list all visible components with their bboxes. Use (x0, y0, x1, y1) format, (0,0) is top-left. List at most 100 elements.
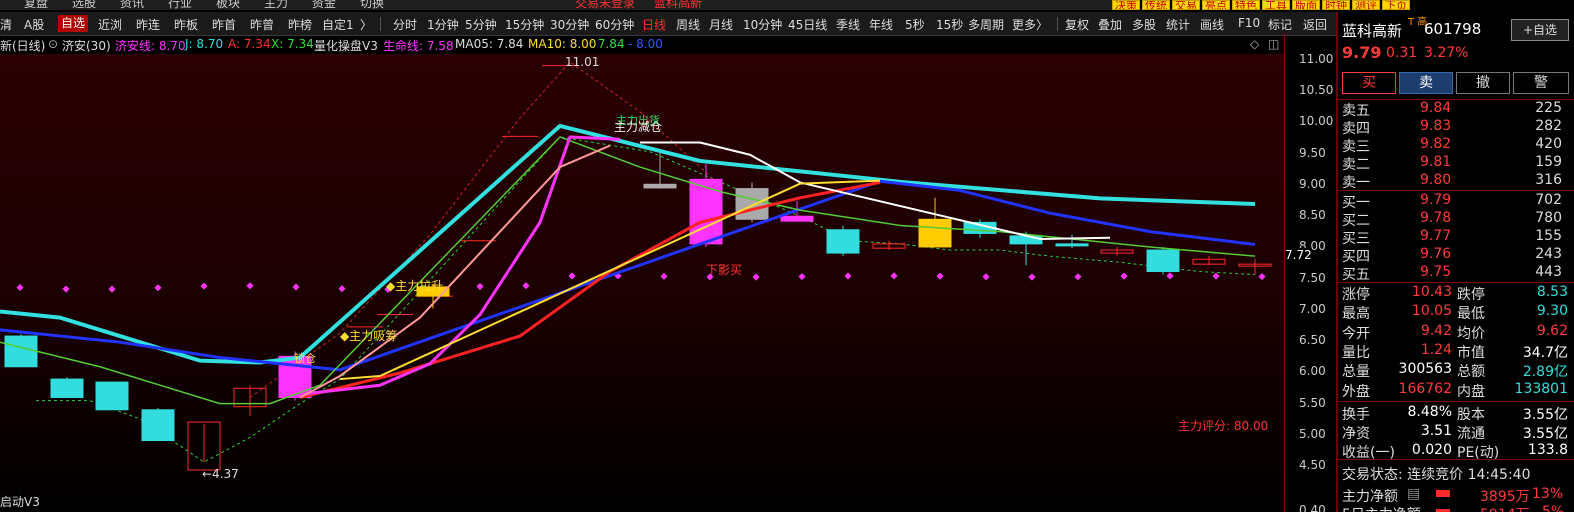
menu-item-zixun[interactable]: 资讯 (120, 0, 144, 10)
cancel-button[interactable]: 撤 (1456, 72, 1510, 94)
tag-chuantong[interactable]: 传统 (1142, 0, 1170, 10)
net-pct: 13% (1532, 486, 1564, 502)
bid-level-volume: 243 (1535, 246, 1562, 263)
menu-item-bankuai[interactable]: 板块 (216, 0, 240, 10)
ask-level-price[interactable]: 9.83 (1420, 118, 1451, 134)
period-60min[interactable]: 60分钟 (595, 16, 634, 33)
bid-level-price[interactable]: 9.75 (1420, 264, 1451, 280)
menu-item-fupan[interactable]: 复盘 (24, 0, 48, 10)
stat-label: 今开 (1342, 325, 1370, 342)
list-icon[interactable]: ▤ (1407, 486, 1420, 502)
tool-tongji[interactable]: 统计 (1166, 16, 1190, 33)
stat-value: 3.51 (1420, 423, 1452, 440)
bid-level-price[interactable]: 9.78 (1420, 210, 1451, 226)
tab-custom1[interactable]: 自定1 (322, 16, 354, 33)
tab-zuolian[interactable]: 昨连 (136, 16, 160, 33)
divider (1338, 459, 1574, 460)
label-xiayingmai: 下影买 (706, 263, 742, 277)
period-30min[interactable]: 30分钟 (550, 16, 589, 33)
stat-label: 外盘 (1342, 383, 1370, 400)
tool-f10[interactable]: F10 (1238, 16, 1260, 30)
menu-item-zhuli[interactable]: 主力 (264, 0, 288, 10)
period-quarterly[interactable]: 季线 (836, 16, 860, 33)
period-monthly[interactable]: 月线 (709, 16, 733, 33)
period-1min[interactable]: 1分钟 (427, 16, 459, 33)
tag-shizhong[interactable]: 时钟 (1322, 0, 1350, 10)
toolbar-divider (380, 17, 381, 31)
period-more[interactable]: 更多〉 (1012, 16, 1048, 33)
tab-zuoban[interactable]: 昨板 (174, 16, 198, 33)
period-15sec[interactable]: 15秒 (936, 16, 963, 33)
indicator-lianghua[interactable]: 量化操盘V3 (314, 37, 378, 54)
stat-value: 8.53 (1536, 284, 1568, 300)
ask-level-price[interactable]: 9.84 (1420, 100, 1451, 116)
menu-item-qiehuan[interactable]: 切换 (360, 0, 384, 10)
tab-ashare[interactable]: A股 (24, 16, 44, 33)
bid-level-price[interactable]: 9.76 (1420, 246, 1451, 262)
tool-huaxian[interactable]: 画线 (1200, 16, 1224, 33)
tag-cepin[interactable]: 测评 (1352, 0, 1380, 10)
last-price: 9.79 (1342, 43, 1382, 62)
net-bar (1436, 490, 1450, 497)
stat-label: 股本 (1457, 406, 1485, 423)
ask-level-price[interactable]: 9.82 (1420, 136, 1451, 152)
window-icon[interactable]: ◫ (1268, 37, 1279, 51)
period-fenshi[interactable]: 分时 (393, 16, 417, 33)
period-multi[interactable]: 多周期 (968, 16, 1004, 33)
sell-button[interactable]: 卖 (1399, 72, 1453, 94)
period-daily[interactable]: 日线 (642, 16, 666, 33)
bid-level-label: 买三 (1342, 231, 1370, 248)
candle-body (780, 215, 814, 222)
tag-jiaoyi[interactable]: 交易 (1172, 0, 1200, 10)
ask-level-price[interactable]: 9.81 (1420, 154, 1451, 170)
tab-qing[interactable]: 清 (0, 16, 12, 33)
period-45day[interactable]: 45日线 (788, 16, 827, 33)
menu-item-xuangu[interactable]: 选股 (72, 0, 96, 10)
tag-liangdian[interactable]: 亮点 (1202, 0, 1230, 10)
tab-zuobang[interactable]: 昨榜 (288, 16, 312, 33)
tool-biaoji[interactable]: 标记 (1268, 16, 1292, 33)
indicator-bar: 新(日线) ⊙ 济安(30) 济安线: 8.70 J: 8.70 A: 7.34… (0, 36, 1284, 54)
bid-level-price[interactable]: 9.79 (1420, 192, 1451, 208)
buy-button[interactable]: 买 (1342, 72, 1396, 94)
indicator-ma10: MA10: 8.00 (528, 37, 597, 51)
period-15min[interactable]: 15分钟 (505, 16, 544, 33)
tabs-scroll-right[interactable]: 〉 (360, 16, 372, 33)
tab-zuoshou[interactable]: 昨首 (212, 16, 236, 33)
indicator-name[interactable]: 济安(30) (62, 37, 111, 54)
top-right-tags: 决策 传统 交易 亮点 特色 工具 版面 时钟 测评 下页 (1112, 0, 1410, 10)
bid-level-label: 买四 (1342, 249, 1370, 266)
tag-xiaye[interactable]: 下页 (1382, 0, 1410, 10)
tick-9-50: 9.50 (1299, 146, 1326, 160)
tool-diejia[interactable]: 叠加 (1098, 16, 1122, 33)
menu-item-zijin[interactable]: 资金 (312, 0, 336, 10)
tab-zixuan[interactable]: 自选 (58, 15, 89, 32)
tag-banmian[interactable]: 版面 (1292, 0, 1320, 10)
tool-fanhui[interactable]: 返回 (1303, 16, 1327, 33)
stat-value: 9.30 (1536, 303, 1568, 320)
candle-body (643, 183, 677, 189)
ask-level-price[interactable]: 9.80 (1420, 172, 1451, 188)
tag-tese[interactable]: 特色 (1232, 0, 1260, 10)
tag-juece[interactable]: 决策 (1112, 0, 1140, 10)
period-5sec[interactable]: 5秒 (905, 16, 925, 33)
bid-level-price[interactable]: 9.77 (1420, 228, 1451, 244)
price-change-pct: 3.27% (1424, 45, 1469, 61)
tab-zuoceng[interactable]: 昨曾 (250, 16, 274, 33)
tab-jinliu[interactable]: 近浏 (98, 16, 122, 33)
indicator-x: X: 7.34 (271, 37, 314, 51)
tool-duogu[interactable]: 多股 (1132, 16, 1156, 33)
price-axis: 11.00 10.50 10.00 9.50 9.00 8.50 8.00 7.… (1284, 36, 1336, 512)
alert-button[interactable]: 警 (1513, 72, 1569, 94)
diamond-icon[interactable]: ◇ (1250, 37, 1259, 51)
period-5min[interactable]: 5分钟 (465, 16, 497, 33)
period-yearly[interactable]: 年线 (869, 16, 893, 33)
period-weekly[interactable]: 周线 (676, 16, 700, 33)
tool-fuquan[interactable]: 复权 (1065, 16, 1089, 33)
period-10min[interactable]: 10分钟 (743, 16, 782, 33)
menu-item-hangye[interactable]: 行业 (168, 0, 192, 10)
tag-gongju[interactable]: 工具 (1262, 0, 1290, 10)
add-watchlist-button[interactable]: +自选 (1511, 19, 1569, 41)
dropdown-icon[interactable]: ⊙ (48, 37, 58, 51)
kline-chart[interactable]: 11.01 ←4.37 ◆主力拉升 ◆主力吸筹 锁仓 主力出货 主力减仓 下影买… (0, 54, 1284, 512)
